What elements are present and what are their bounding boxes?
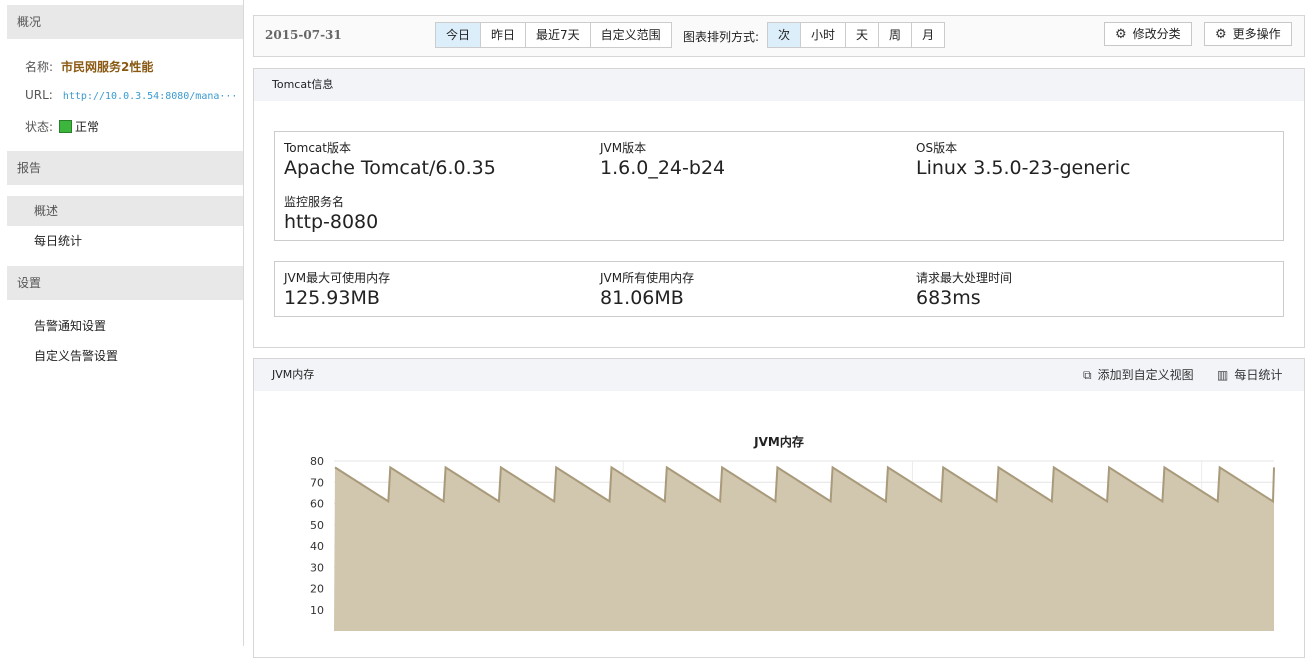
url-link[interactable]: http://10.0.3.54:8080/mana··· [63,91,238,102]
max-request-time: 请求最大处理时间 683ms [916,269,1012,309]
jvm-max-memory: JVM最大可使用内存 125.93MB [284,269,390,309]
gear-icon: ⚙ [1115,27,1127,42]
sort-selector: 次 小时 天 周 月 [767,22,946,48]
range-last-7-days[interactable]: 最近7天 [526,23,591,47]
jvm-memory-chart: JVM内存 10 20 30 40 50 60 70 80 [254,391,1304,651]
jvm-memory-chart-svg: JVM内存 10 20 30 40 50 60 70 80 [310,434,1275,631]
y-tick-label: 50 [310,519,324,532]
y-tick-label: 10 [310,604,324,617]
range-selector: 今日 昨日 最近7天 自定义范围 [435,22,672,48]
status-row: 状态: 正常 [25,118,99,135]
more-actions-button[interactable]: ⚙ 更多操作 [1204,22,1292,46]
jvm-used-memory: JVM所有使用内存 81.06MB [600,269,694,309]
jvm-used-memory-value: 81.06MB [600,287,684,309]
tomcat-version-label: Tomcat版本 [284,141,351,155]
y-tick-label: 80 [310,455,324,468]
name-label: 名称: [25,60,54,74]
nav-custom-alert-settings[interactable]: 自定义告警设置 [7,341,243,371]
bar-chart-icon: ▥ [1217,368,1229,382]
overview-section-header: 概况 [7,5,243,39]
range-custom[interactable]: 自定义范围 [591,23,671,47]
nav-daily-stats[interactable]: 每日统计 [7,226,243,256]
status-ok-icon [59,120,73,133]
url-row: URL: http://10.0.3.54:8080/mana··· [25,88,237,102]
memory-info-box: JVM最大可使用内存 125.93MB JVM所有使用内存 81.06MB 请求… [274,261,1284,317]
sort-count[interactable]: 次 [768,23,802,47]
jvm-used-memory-label: JVM所有使用内存 [600,271,695,285]
sort-month[interactable]: 月 [912,23,944,47]
status-label: 状态: [25,120,54,134]
y-tick-label: 60 [310,498,324,511]
os-version: OS版本 Linux 3.5.0-23-generic [916,139,1130,179]
os-version-label: OS版本 [916,141,958,155]
chart-series [334,465,1275,631]
jvm-max-memory-value: 125.93MB [284,287,380,309]
settings-section-header: 设置 [7,266,243,300]
tomcat-panel-title: Tomcat信息 [254,69,1304,101]
os-version-value: Linux 3.5.0-23-generic [916,157,1131,179]
name-value: 市民网服务2性能 [61,60,154,74]
url-label: URL: [25,88,53,102]
sort-day[interactable]: 天 [846,23,880,47]
service-name-value: http-8080 [284,211,379,233]
jvm-version-label: JVM版本 [600,141,647,155]
jvm-version-value: 1.6.0_24-b24 [600,157,726,179]
add-to-custom-view-label: 添加到自定义视图 [1097,368,1194,382]
more-actions-label: 更多操作 [1232,27,1281,41]
series-area [334,467,1274,631]
status-value: 正常 [75,120,100,134]
y-tick-label: 40 [310,540,324,553]
y-axis-ticks: 10 20 30 40 50 60 70 80 [310,455,324,617]
add-to-custom-view-link[interactable]: ⧉ 添加到自定义视图 [1083,359,1194,391]
daily-stats-link[interactable]: ▥ 每日统计 [1217,359,1282,391]
gear-icon: ⚙ [1215,27,1227,42]
jvm-max-memory-label: JVM最大可使用内存 [284,271,391,285]
name-row: 名称: 市民网服务2性能 [25,58,153,75]
max-request-time-label: 请求最大处理时间 [916,271,1013,285]
nav-overview[interactable]: 概述 [7,196,243,226]
sort-hour[interactable]: 小时 [801,23,847,47]
daily-stats-label: 每日统计 [1234,368,1283,382]
modify-category-label: 修改分类 [1132,27,1181,41]
y-tick-label: 30 [310,561,324,574]
sidebar: 概况 名称: 市民网服务2性能 URL: http://10.0.3.54:8080… [0,0,244,646]
current-date: 2015-07-31 [265,28,342,42]
jvm-version: JVM版本 1.6.0_24-b24 [600,139,725,179]
tomcat-info-panel: Tomcat信息 Tomcat版本 Apache Tomcat/6.0.35 J… [253,68,1305,348]
service-name: 监控服务名 http-8080 [284,193,378,233]
max-request-time-value: 683ms [916,287,981,309]
chart-title: JVM内存 [753,434,804,449]
service-name-label: 监控服务名 [284,195,345,209]
sort-label: 图表排列方式: [683,30,760,44]
add-view-icon: ⧉ [1083,368,1092,382]
report-section-header: 报告 [7,151,243,185]
tomcat-version: Tomcat版本 Apache Tomcat/6.0.35 [284,139,496,179]
y-tick-label: 20 [310,583,324,596]
modify-category-button[interactable]: ⚙ 修改分类 [1104,22,1192,46]
nav-alert-notify-settings[interactable]: 告警通知设置 [7,311,243,341]
sort-week[interactable]: 周 [879,23,913,47]
jvm-memory-panel: JVM内存 ⧉ 添加到自定义视图 ▥ 每日统计 JVM内存 10 20 30 40 50 60… [253,358,1305,658]
version-info-box: Tomcat版本 Apache Tomcat/6.0.35 JVM版本 1.6.… [274,131,1284,241]
toolbar: 2015-07-31 今日 昨日 最近7天 自定义范围 图表排列方式: 次 小时… [253,15,1305,57]
tomcat-version-value: Apache Tomcat/6.0.35 [284,157,496,179]
range-today[interactable]: 今日 [436,23,482,47]
range-yesterday[interactable]: 昨日 [481,23,527,47]
y-tick-label: 70 [310,476,324,489]
